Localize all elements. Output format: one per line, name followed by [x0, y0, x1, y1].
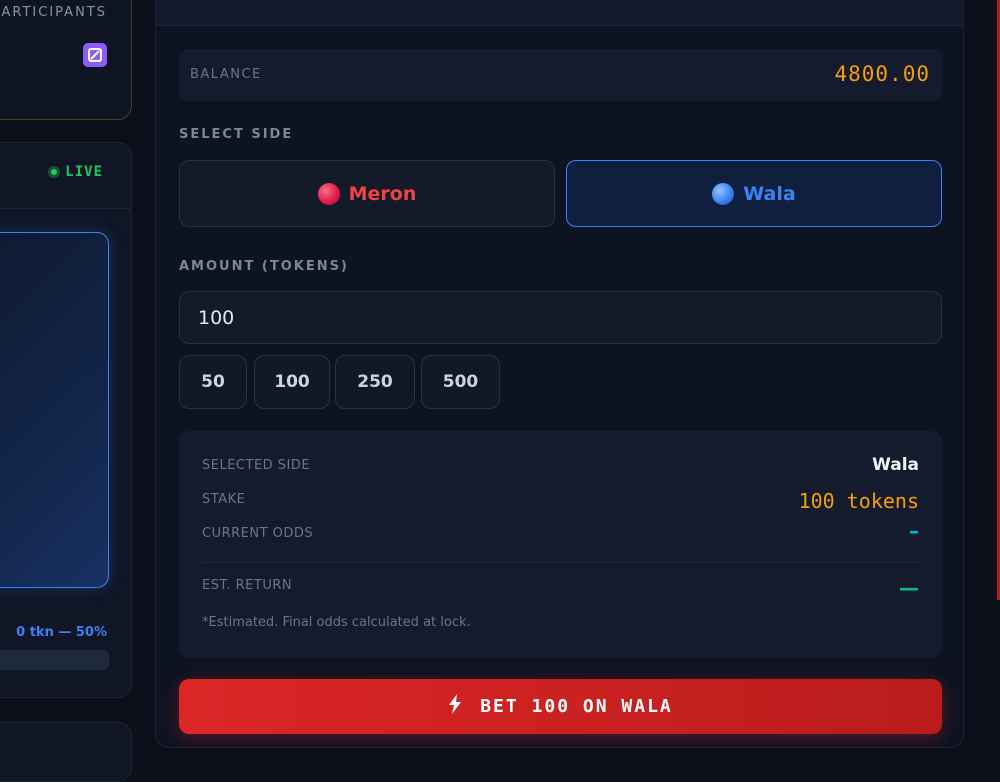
live-dot-icon [48, 166, 61, 178]
bet-panel: BALANCE 4800.00 SELECT SIDE Meron Wala A… [155, 0, 964, 748]
left-column: PARTICIPANTS LIVE 0 tkn — 50% [0, 0, 140, 782]
balance-value: 4800.00 [834, 62, 930, 86]
stake-label: STAKE [202, 492, 246, 507]
selected-side-value: Wala [872, 455, 919, 475]
est-return-value: — [899, 576, 919, 600]
bet-button-label: BET 100 ON WALA [480, 696, 673, 717]
red-ball-icon [317, 182, 340, 205]
amount-chip-500[interactable]: 500 [421, 355, 500, 409]
current-odds-value: – [909, 519, 919, 543]
participants-label: PARTICIPANTS [0, 5, 107, 20]
odds-note: *Estimated. Final odds calculated at loc… [202, 615, 471, 630]
lower-card [0, 722, 132, 782]
side-button-label: Meron [348, 182, 417, 205]
side-button-label: Wala [743, 182, 796, 205]
est-return-label: EST. RETURN [202, 578, 293, 593]
bet-summary: SELECTED SIDE Wala STAKE 100 tokens CURR… [179, 431, 942, 658]
live-stream-card: LIVE 0 tkn — 50% [0, 142, 132, 698]
amount-chip-100[interactable]: 100 [254, 355, 330, 409]
panel-header [156, 0, 963, 26]
video-frame[interactable] [0, 232, 109, 588]
select-side-label: SELECT SIDE [179, 127, 294, 142]
selected-side-label: SELECTED SIDE [202, 458, 311, 473]
no-sign-icon[interactable] [83, 43, 107, 67]
amount-chip-250[interactable]: 250 [335, 355, 415, 409]
balance-row: BALANCE 4800.00 [179, 49, 942, 101]
participants-card: PARTICIPANTS [0, 0, 132, 120]
stake-value: 100 tokens [798, 489, 919, 513]
live-badge: LIVE [48, 164, 103, 180]
pool-text: 0 tkn — 50% [16, 625, 107, 640]
amount-chip-50[interactable]: 50 [179, 355, 247, 409]
lightning-icon [448, 694, 462, 719]
pool-progress-bar [0, 650, 109, 670]
amount-input[interactable] [179, 291, 942, 344]
live-label: LIVE [65, 164, 103, 180]
blue-ball-icon [712, 182, 735, 205]
place-bet-button[interactable]: BET 100 ON WALA [179, 679, 942, 734]
side-button-wala[interactable]: Wala [566, 160, 942, 227]
summary-divider [202, 562, 919, 563]
current-odds-label: CURRENT ODDS [202, 526, 314, 541]
live-card-header: LIVE [0, 143, 131, 209]
side-button-meron[interactable]: Meron [179, 160, 555, 227]
balance-label: BALANCE [190, 67, 262, 82]
amount-label: AMOUNT (TOKENS) [179, 259, 349, 274]
